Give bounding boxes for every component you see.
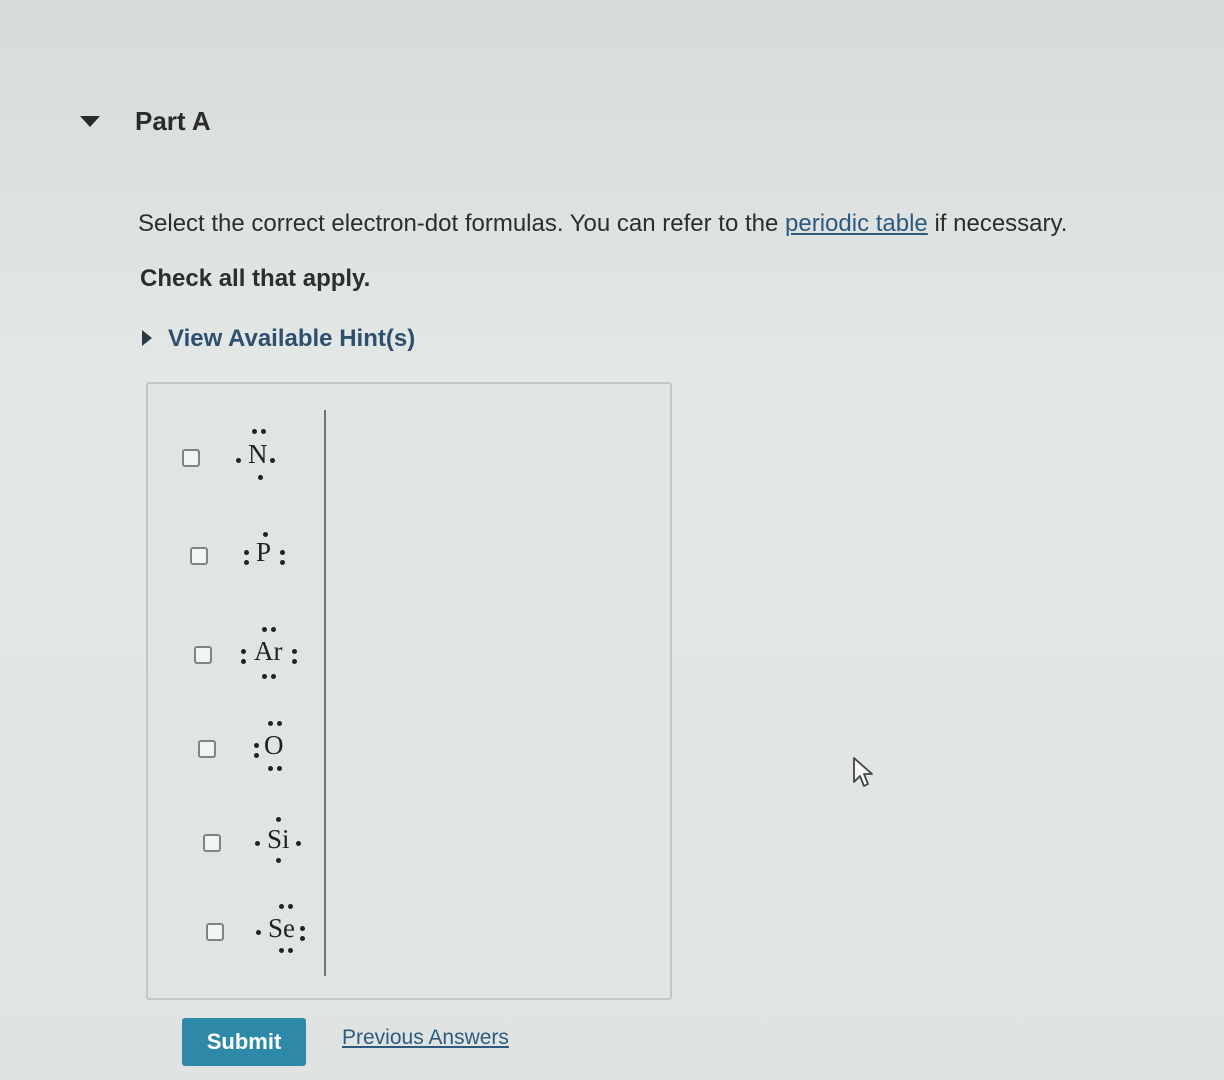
electron-dot bbox=[276, 858, 281, 863]
electron-dot bbox=[256, 930, 261, 935]
electron-dot bbox=[262, 674, 267, 679]
electron-dot bbox=[280, 550, 285, 555]
symbol-se: Se bbox=[268, 913, 295, 943]
electron-dot bbox=[277, 721, 282, 726]
checkbox-o[interactable] bbox=[198, 740, 216, 758]
checkbox-p[interactable] bbox=[190, 547, 208, 565]
electron-dot bbox=[268, 766, 273, 771]
prompt-text: Select the correct electron-dot formulas… bbox=[138, 210, 786, 237]
question-prompt: Select the correct electron-dot formulas… bbox=[138, 210, 1067, 238]
electron-dot bbox=[241, 649, 246, 654]
electron-dot bbox=[292, 649, 297, 654]
electron-dot bbox=[254, 753, 259, 758]
electron-dot bbox=[292, 659, 297, 664]
part-title: Part A bbox=[135, 106, 211, 136]
electron-dot bbox=[279, 904, 284, 909]
electron-dot bbox=[255, 841, 260, 846]
electron-dot bbox=[271, 627, 276, 632]
view-hints-toggle[interactable]: View Available Hint(s) bbox=[142, 325, 415, 353]
electron-dot bbox=[244, 550, 249, 555]
electron-dot bbox=[271, 674, 276, 679]
view-hints-label: View Available Hint(s) bbox=[168, 325, 416, 352]
prompt-text-end: if necessary. bbox=[927, 210, 1068, 237]
electron-dot bbox=[261, 429, 266, 434]
electron-dot bbox=[254, 743, 259, 748]
electron-dot bbox=[296, 841, 301, 846]
checkbox-se[interactable] bbox=[206, 923, 224, 941]
electron-dot bbox=[276, 817, 281, 822]
checkbox-si[interactable] bbox=[203, 834, 221, 852]
electron-dot bbox=[241, 659, 246, 664]
electron-dot bbox=[252, 429, 257, 434]
electron-dot bbox=[280, 560, 285, 565]
electron-dot bbox=[270, 458, 275, 463]
checkbox-n[interactable] bbox=[182, 449, 200, 467]
electron-dot bbox=[300, 926, 305, 931]
expand-triangle-icon bbox=[142, 329, 152, 346]
symbol-si: Si bbox=[267, 824, 290, 854]
electron-dot bbox=[236, 458, 241, 463]
symbol-o: O bbox=[264, 730, 284, 760]
electron-dot bbox=[263, 532, 268, 537]
answer-options-box bbox=[146, 382, 672, 1000]
electron-dot bbox=[300, 936, 305, 941]
instruction-text: Check all that apply. bbox=[140, 265, 371, 292]
electron-dot bbox=[268, 721, 273, 726]
electron-dot bbox=[258, 475, 263, 480]
symbol-n: N bbox=[248, 439, 268, 469]
periodic-table-link[interactable]: periodic table bbox=[785, 210, 928, 237]
electron-dot bbox=[244, 560, 249, 565]
options-divider bbox=[324, 410, 326, 976]
previous-answers-link[interactable]: Previous Answers bbox=[342, 1026, 509, 1050]
electron-dot bbox=[262, 627, 267, 632]
collapse-arrow-icon[interactable] bbox=[80, 116, 100, 127]
symbol-p: P bbox=[256, 537, 272, 567]
electron-dot bbox=[279, 948, 284, 953]
checkbox-ar[interactable] bbox=[194, 646, 212, 664]
submit-button[interactable]: Submit bbox=[182, 1018, 306, 1066]
electron-dot bbox=[277, 766, 282, 771]
electron-dot bbox=[288, 948, 293, 953]
symbol-ar: Ar bbox=[254, 636, 283, 666]
electron-dot bbox=[288, 904, 293, 909]
mouse-pointer-icon bbox=[853, 757, 873, 787]
